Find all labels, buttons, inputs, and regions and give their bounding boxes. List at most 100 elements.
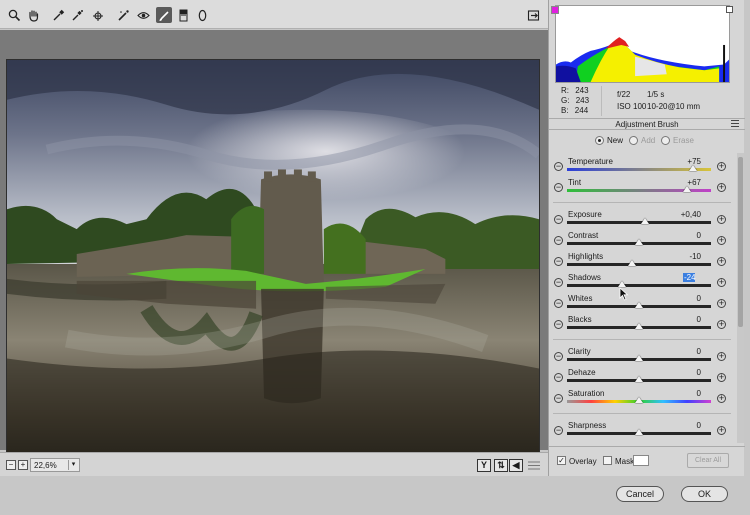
clarity-slider-thumb[interactable]	[635, 355, 643, 361]
overlay-checkbox[interactable]: ✓	[557, 456, 566, 465]
zoom-out-button[interactable]: −	[6, 460, 16, 470]
mask-color-swatch[interactable]	[633, 455, 649, 466]
preview-bottom-bar: − + 22,6% ▾ Y ⇅ ◀	[0, 452, 548, 476]
color-sampler-icon	[72, 9, 83, 20]
mode-add-radio[interactable]: Add	[629, 136, 655, 145]
panel-scrollbar[interactable]	[737, 153, 744, 443]
blacks-value-field[interactable]: 0	[669, 315, 701, 324]
whites-increase-button[interactable]: +	[717, 299, 726, 308]
mode-new-radio[interactable]: New	[595, 136, 623, 145]
color-sampler-tool-button[interactable]	[69, 7, 85, 23]
saturation-slider-thumb[interactable]	[635, 397, 643, 403]
shadows-label: Shadows	[568, 273, 601, 282]
temperature-increase-button[interactable]: +	[717, 162, 726, 171]
tint-decrease-button[interactable]: −	[554, 183, 563, 192]
adjustment-brush-tool-button[interactable]	[156, 7, 172, 23]
whites-value-field[interactable]: 0	[669, 294, 701, 303]
swap-icon: ⇅	[497, 460, 505, 470]
radio-icon	[629, 136, 638, 145]
sharpness-slider-thumb[interactable]	[635, 429, 643, 435]
highlights-decrease-button[interactable]: −	[554, 257, 563, 266]
blacks-label: Blacks	[568, 315, 592, 324]
swap-settings-button[interactable]: ⇅	[494, 459, 508, 472]
targeted-adjustment-tool-button[interactable]	[89, 7, 105, 23]
chevron-down-icon: ▾	[68, 460, 78, 470]
exposure-increase-button[interactable]: +	[717, 215, 726, 224]
tint-slider-thumb[interactable]	[683, 186, 692, 192]
blacks-increase-button[interactable]: +	[717, 320, 726, 329]
mask-checkbox[interactable]	[603, 456, 612, 465]
panel-menu-icon[interactable]	[731, 120, 739, 128]
dehaze-decrease-button[interactable]: −	[554, 373, 563, 382]
blacks-decrease-button[interactable]: −	[554, 320, 563, 329]
highlights-increase-button[interactable]: +	[717, 257, 726, 266]
copy-settings-button[interactable]: ◀	[509, 459, 523, 472]
sharpness-decrease-button[interactable]: −	[554, 426, 563, 435]
shadows-slider-track[interactable]	[567, 284, 711, 287]
blacks-slider-thumb[interactable]	[635, 323, 643, 329]
highlights-value-field[interactable]: -10	[669, 252, 701, 261]
hand-tool-button[interactable]	[25, 7, 41, 23]
tint-increase-button[interactable]: +	[717, 183, 726, 192]
zoom-tool-button[interactable]	[6, 7, 22, 23]
photo-preview[interactable]	[6, 59, 540, 456]
clarity-increase-button[interactable]: +	[717, 352, 726, 361]
contrast-increase-button[interactable]: +	[717, 236, 726, 245]
saturation-increase-button[interactable]: +	[717, 394, 726, 403]
zoom-in-button[interactable]: +	[18, 460, 28, 470]
white-balance-tool-button[interactable]	[50, 7, 66, 23]
radial-filter-tool-button[interactable]	[194, 7, 210, 23]
temperature-decrease-button[interactable]: −	[554, 162, 563, 171]
saturation-decrease-button[interactable]: −	[554, 394, 563, 403]
exposure-decrease-button[interactable]: −	[554, 215, 563, 224]
slider-row-whites: − Whites 0 +	[549, 293, 735, 314]
dehaze-increase-button[interactable]: +	[717, 373, 726, 382]
clarity-decrease-button[interactable]: −	[554, 352, 563, 361]
adjustment-brush-header: Adjustment Brush	[549, 118, 745, 130]
open-in-button[interactable]	[525, 7, 541, 23]
shadows-increase-button[interactable]: +	[717, 278, 726, 287]
spot-removal-tool-button[interactable]	[115, 7, 131, 23]
before-after-view-button[interactable]: Y	[477, 459, 491, 472]
sharpness-value-field[interactable]: 0	[669, 421, 701, 430]
whites-decrease-button[interactable]: −	[554, 299, 563, 308]
contrast-value-field[interactable]: 0	[669, 231, 701, 240]
cancel-button[interactable]: Cancel	[616, 486, 664, 502]
zoom-level-select[interactable]: 22,6% ▾	[30, 458, 80, 472]
clear-all-button[interactable]: Clear All	[687, 453, 729, 468]
slider-row-tint: − Tint +67 +	[549, 177, 735, 198]
slider-row-blacks: − Blacks 0 +	[549, 314, 735, 335]
whites-slider-thumb[interactable]	[635, 302, 643, 308]
clarity-value-field[interactable]: 0	[669, 347, 701, 356]
image-preview-area[interactable]	[0, 30, 548, 456]
mode-erase-radio[interactable]: Erase	[661, 136, 694, 145]
sharpness-increase-button[interactable]: +	[717, 426, 726, 435]
plus-icon: +	[20, 460, 26, 469]
ok-button[interactable]: OK	[681, 486, 728, 502]
highlights-slider-track[interactable]	[567, 263, 711, 266]
highlights-label: Highlights	[568, 252, 604, 261]
shutter-value: 1/5 s	[647, 90, 665, 99]
shadows-value-field[interactable]: -24	[683, 273, 696, 282]
shadows-decrease-button[interactable]: −	[554, 278, 563, 287]
graduated-filter-tool-button[interactable]	[175, 7, 191, 23]
saturation-value-field[interactable]: 0	[669, 389, 701, 398]
mode-erase-label: Erase	[673, 136, 694, 145]
eye-icon	[136, 11, 150, 19]
highlight-clipping-warning-button[interactable]	[726, 6, 733, 13]
shadow-clipping-warning-button[interactable]	[551, 6, 559, 14]
contrast-slider-thumb[interactable]	[635, 239, 643, 245]
exposure-value-field[interactable]: +0,40	[669, 210, 701, 219]
exposure-slider-track[interactable]	[567, 221, 711, 224]
contrast-decrease-button[interactable]: −	[554, 236, 563, 245]
dehaze-value-field[interactable]: 0	[669, 368, 701, 377]
temperature-slider-thumb[interactable]	[689, 165, 697, 171]
exposure-slider-thumb[interactable]	[640, 218, 649, 224]
preview-preferences-button[interactable]	[528, 460, 540, 471]
scrollbar-thumb[interactable]	[738, 157, 743, 327]
highlights-slider-thumb[interactable]	[627, 260, 636, 266]
tint-label: Tint	[568, 178, 582, 187]
dehaze-slider-thumb[interactable]	[635, 376, 643, 382]
slider-row-exposure: − Exposure +0,40 +	[549, 209, 735, 230]
red-eye-tool-button[interactable]	[135, 7, 151, 23]
